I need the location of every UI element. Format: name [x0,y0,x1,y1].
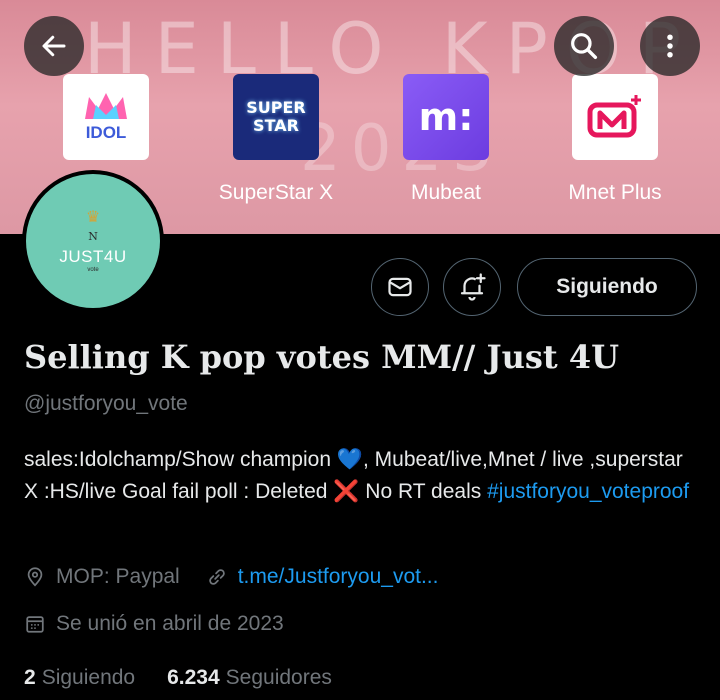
following-label: Siguiendo [41,666,136,689]
location-pin-icon [24,566,46,588]
mail-icon [388,277,412,297]
following-count: 2 [24,666,36,689]
back-button[interactable] [24,16,84,76]
following-button[interactable]: Siguiendo [517,258,697,316]
link-icon [206,566,228,588]
bio-hashtag-link[interactable]: #justforyou_voteproof [487,480,689,503]
profile-meta-location-link: MOP: Paypal t.me/Justforyou_vot... [24,565,438,589]
mnet-plus-label: Mnet Plus [568,181,662,204]
website-link[interactable]: t.me/Justforyou_vot... [238,565,439,589]
bio-text: No RT deals [359,480,488,503]
avatar-image: ♛ N JUST4U vote [26,174,160,308]
mubeat-label: Mubeat [410,181,482,204]
avatar-crown-icon: ♛ [85,208,101,226]
superstar-app-name: SUPER STAR [246,98,306,135]
user-handle: @justforyou_vote [24,392,188,415]
blue-heart-emoji: 💙 [336,448,363,471]
profile-bio: sales:Idolchamp/Show champion 💙, Mubeat/… [24,444,696,508]
superstar-app-icon: SUPER STAR [233,74,319,160]
more-options-button[interactable] [640,16,700,76]
location-text: MOP: Paypal [56,565,180,588]
superstar-label: SuperStar X [218,181,334,204]
avatar-initial: N [88,229,98,243]
calendar-icon [24,613,46,635]
search-icon [571,33,598,60]
mnet-plus-logo-icon [587,95,641,138]
avatar-name: JUST4U [59,246,127,266]
follow-stats: 2 Siguiendo 6.234 Seguidores [24,666,332,690]
notifications-button[interactable] [443,258,501,316]
mubeat-app-name: m: [418,95,474,139]
profile-avatar[interactable]: ♛ N JUST4U vote [22,170,164,312]
profile-meta-joined: Se unió en abril de 2023 [24,612,284,636]
joined-date: Se unió en abril de 2023 [56,612,284,635]
display-name: Selling K pop votes MM// Just 4U [24,338,620,376]
arrow-left-icon [42,35,66,57]
search-button[interactable] [554,16,614,76]
bell-plus-icon [460,273,486,301]
idol-app-name: IDOL [85,123,127,142]
cross-mark-emoji: ❌ [333,480,360,503]
mnet-plus-app-icon [572,74,658,160]
followers-count: 6.234 [167,666,220,689]
bio-text: sales:Idolchamp/Show champion [24,448,337,471]
avatar-subtitle: vote [87,266,99,273]
idol-app-icon: IDOL [63,74,149,160]
following-stat[interactable]: 2 Siguiendo [24,666,135,690]
message-button[interactable] [371,258,429,316]
mubeat-app-icon: m: [403,74,489,160]
crown-icon [85,93,127,119]
more-vertical-icon [667,34,673,58]
followers-stat[interactable]: 6.234 Seguidores [167,666,332,690]
followers-label: Seguidores [225,666,332,689]
